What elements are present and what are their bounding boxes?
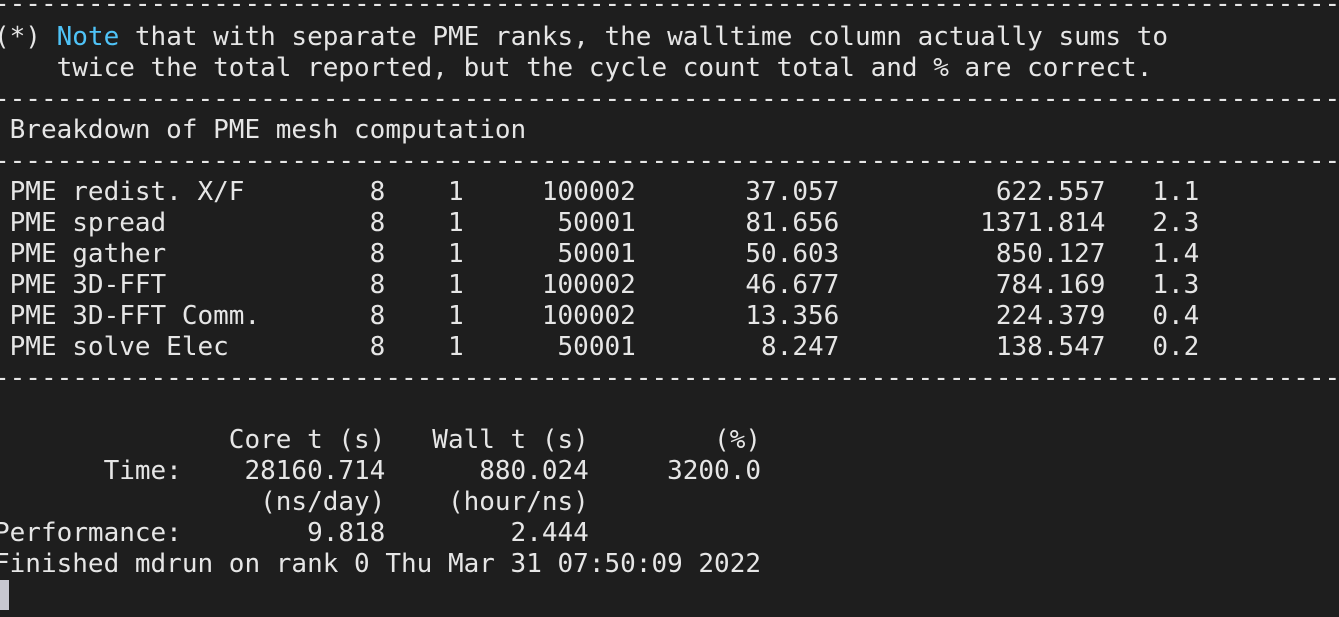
note-keyword: Note [56, 22, 120, 52]
footnote-line-1: (*) Note that with separate PME ranks, t… [0, 22, 1168, 53]
pme-row-gather: PME gather 8 1 50001 50.603 850.127 1.4 [0, 239, 1200, 269]
separator-line: ----------------------------------------… [0, 146, 1339, 176]
separator-line: ----------------------------------------… [0, 0, 1339, 19]
pme-row-solve-elec: PME solve Elec 8 1 50001 8.247 138.547 0… [0, 332, 1200, 362]
timing-units-row: (ns/day) (hour/ns) [0, 487, 589, 517]
timing-header: Core t (s) Wall t (s) (%) [0, 425, 762, 455]
pme-row-spread: PME spread 8 1 50001 81.656 1371.814 2.3 [0, 208, 1200, 238]
pme-section-title: Breakdown of PME mesh computation [0, 115, 527, 145]
separator-line: ----------------------------------------… [0, 363, 1339, 393]
footnote-line-2: twice the total reported, but the cycle … [0, 53, 1153, 83]
timing-time-row: Time: 28160.714 880.024 3200.0 [0, 456, 762, 486]
finished-line: Finished mdrun on rank 0 Thu Mar 31 07:5… [0, 549, 762, 579]
terminal-cursor [0, 580, 9, 610]
footnote-line-1-text: that with separate PME ranks, the wallti… [119, 22, 1169, 52]
footnote-prefix: (*) [0, 22, 57, 52]
pme-row-redist: PME redist. X/F 8 1 100002 37.057 622.55… [0, 177, 1200, 207]
timing-performance-row: Performance: 9.818 2.444 [0, 518, 589, 548]
terminal-window[interactable]: ----------------------------------------… [0, 0, 1339, 617]
pme-row-3dfft-comm: PME 3D-FFT Comm. 8 1 100002 13.356 224.3… [0, 301, 1200, 331]
pme-row-3dfft: PME 3D-FFT 8 1 100002 46.677 784.169 1.3 [0, 270, 1200, 300]
separator-line: ----------------------------------------… [0, 84, 1339, 114]
